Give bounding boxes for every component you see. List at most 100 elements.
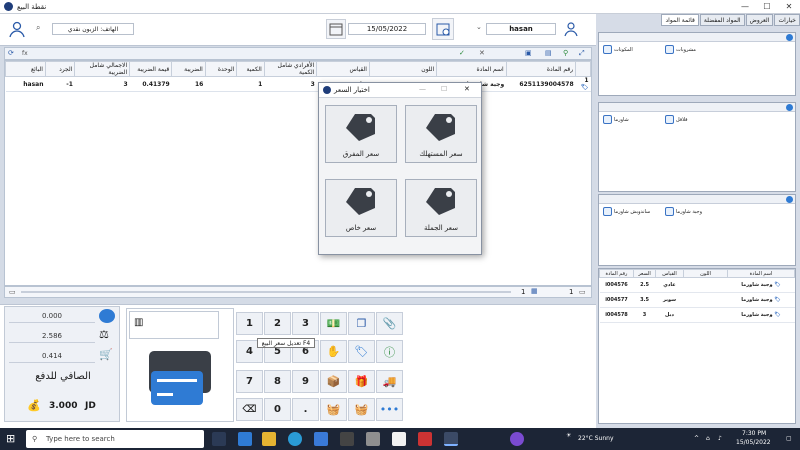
attach-button[interactable]: 📎: [376, 312, 403, 335]
gift-button[interactable]: 🎁: [348, 370, 375, 393]
store-icon[interactable]: [238, 432, 252, 446]
cashier-field[interactable]: hasan: [486, 23, 556, 35]
decimal-key[interactable]: .: [292, 398, 319, 421]
key-7[interactable]: 7: [236, 370, 263, 393]
list-item[interactable]: i004576 2.5 عادي وجبة شاورما 🏷: [599, 277, 795, 293]
col-unit-price[interactable]: الأفرادي شامل الكمية: [263, 61, 318, 77]
col-name[interactable]: اسم المادة: [727, 269, 795, 278]
pos-app-icon[interactable]: [444, 432, 458, 446]
expand-icon[interactable]: ⤢: [579, 49, 585, 58]
cashier-icon[interactable]: [560, 18, 582, 40]
key-1[interactable]: 1: [236, 312, 263, 335]
amazon-icon[interactable]: [392, 432, 406, 446]
search-icon[interactable]: ⚲: [563, 49, 568, 57]
cash-button[interactable]: 💵: [320, 312, 347, 335]
dialog-maximize-button[interactable]: ☐: [441, 85, 447, 93]
barcode-field[interactable]: ▥: [129, 311, 219, 339]
collapse-icon[interactable]: [786, 196, 793, 203]
price-option-special[interactable]: سعر خاص: [325, 179, 397, 237]
maximize-button[interactable]: ☐: [756, 0, 778, 14]
key-0[interactable]: 0: [264, 398, 291, 421]
media-player-icon[interactable]: [418, 432, 432, 446]
cell-tax[interactable]: 16: [171, 76, 206, 92]
volume-icon[interactable]: ♪: [718, 435, 722, 442]
table-row[interactable]: hasan -1 3 0.41379 16 1 3 دبل وجبة شاورم…: [5, 76, 591, 92]
col-size[interactable]: القياس: [655, 269, 684, 278]
col-item-name[interactable]: اسم المادة: [436, 61, 507, 77]
col-color[interactable]: اللون: [368, 61, 438, 77]
tab-options[interactable]: خيارات: [774, 14, 800, 26]
col-price[interactable]: السعر: [633, 269, 656, 278]
taskbar-search-input[interactable]: ⚲ Type here to search: [26, 430, 204, 448]
col-tax[interactable]: الضريبة: [171, 61, 206, 77]
edge-icon[interactable]: [288, 432, 302, 446]
clock-date[interactable]: 15/05/2022: [736, 439, 771, 446]
network-icon[interactable]: ⌂: [706, 435, 710, 442]
windows-start-icon[interactable]: ⊞: [6, 432, 15, 445]
teams-icon[interactable]: [510, 432, 524, 446]
users-icon[interactable]: [6, 18, 28, 40]
collapse-icon[interactable]: [786, 104, 793, 111]
print-icon[interactable]: ▣: [525, 49, 532, 57]
info-button[interactable]: ⓘ: [376, 340, 403, 363]
list-item[interactable]: i004578 3 دبل وجبة شاورما 🏷: [599, 307, 795, 323]
dialog-close-button[interactable]: ✕: [464, 85, 470, 93]
key-2[interactable]: 2: [264, 312, 291, 335]
category-tile[interactable]: المكونات: [603, 45, 633, 54]
col-total[interactable]: الاجمالي شامل الضريبة: [74, 61, 131, 77]
cell-seller[interactable]: hasan: [5, 76, 46, 92]
chevron-down-icon[interactable]: ⌄: [476, 23, 486, 35]
col-size[interactable]: القياس: [316, 61, 370, 77]
refresh-icon[interactable]: ⟳: [8, 49, 14, 57]
col-color[interactable]: اللون: [683, 269, 728, 278]
key-9[interactable]: 9: [292, 370, 319, 393]
save-icon[interactable]: ▤: [545, 49, 552, 57]
cell-stock[interactable]: -1: [45, 76, 75, 92]
category-tile[interactable]: فلافل: [665, 115, 688, 124]
key-8[interactable]: 8: [264, 370, 291, 393]
price-tag-button[interactable]: 🏷: [348, 340, 375, 363]
notifications-icon[interactable]: ▢: [786, 435, 792, 442]
cell-unit[interactable]: [205, 76, 237, 92]
col-code[interactable]: رقم المادة: [599, 269, 634, 278]
cancel-icon[interactable]: ✕: [479, 49, 485, 57]
col-unit[interactable]: الوحدة: [204, 61, 238, 77]
category-tile[interactable]: مشروبات: [665, 45, 696, 54]
minimize-button[interactable]: —: [734, 0, 756, 14]
cell-unit-price[interactable]: 3: [264, 76, 317, 92]
footer-scrollbar[interactable]: [21, 291, 511, 293]
list-item[interactable]: i004577 3.5 سوبر وجبة شاورما 🏷: [599, 292, 795, 308]
price-option-retail[interactable]: سعر المفرق: [325, 105, 397, 163]
price-option-wholesale[interactable]: سعر الجملة: [405, 179, 477, 237]
basket-add-button[interactable]: 🧺: [320, 398, 347, 421]
price-option-consumer[interactable]: سعر المستهلك: [405, 105, 477, 163]
cell-qty[interactable]: 1: [236, 76, 265, 92]
category-tile[interactable]: وجبة شاورما: [665, 207, 702, 216]
date-field[interactable]: 15/05/2022: [348, 23, 426, 35]
key-3[interactable]: 3: [292, 312, 319, 335]
basket-remove-button[interactable]: 🧺: [348, 398, 375, 421]
capcut-icon[interactable]: [340, 432, 354, 446]
col-qty[interactable]: الكمية: [236, 61, 265, 77]
col-item-no[interactable]: رقم المادة: [505, 61, 577, 77]
close-button[interactable]: ✕: [778, 0, 800, 14]
tab-offers[interactable]: العروض: [745, 14, 774, 26]
chrome-icon[interactable]: [366, 432, 380, 446]
collapse-icon[interactable]: [786, 34, 793, 41]
cell-total[interactable]: 3: [74, 76, 130, 92]
category-tile[interactable]: شاورما: [603, 115, 629, 124]
cell-tax-value[interactable]: 0.41379: [129, 76, 172, 92]
weather-text[interactable]: 22°C Sunny: [578, 435, 614, 442]
credit-card-icon[interactable]: [151, 371, 203, 405]
cell-index[interactable]: 1 🏷: [575, 76, 591, 92]
more-button[interactable]: •••: [376, 398, 403, 421]
note-icon[interactable]: ▭: [9, 288, 16, 296]
cell-item-no[interactable]: 6251139004578: [506, 76, 576, 92]
col-stock[interactable]: الجرد: [44, 61, 76, 77]
customer-field[interactable]: الهاتف: الزبون نقدي: [52, 23, 134, 35]
category-tile[interactable]: ساندويش شاورما: [603, 207, 650, 216]
calendar-icon[interactable]: [326, 19, 346, 39]
delivery-button[interactable]: 🚚: [376, 370, 403, 393]
backspace-key[interactable]: ⌫: [236, 398, 263, 421]
col-seller[interactable]: البائع: [5, 61, 46, 77]
